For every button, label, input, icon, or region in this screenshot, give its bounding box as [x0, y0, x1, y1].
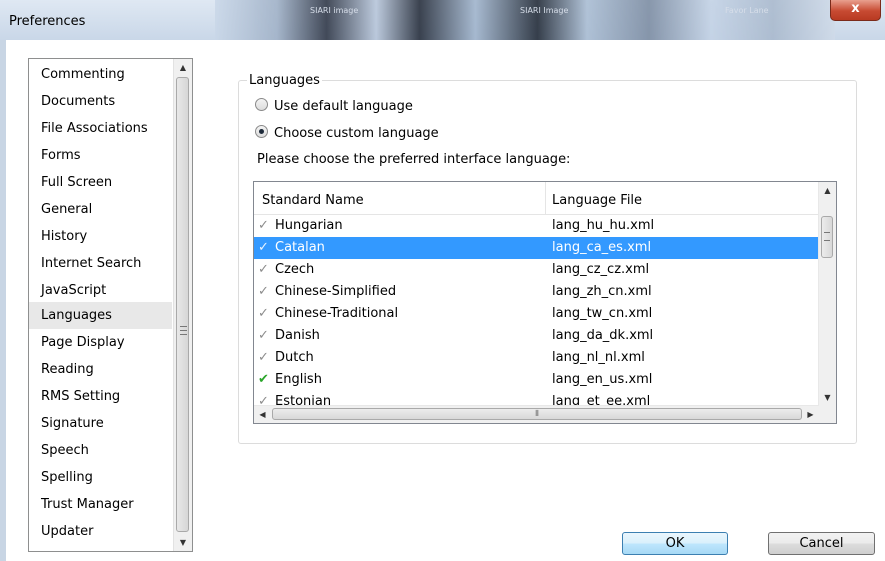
- language-file: lang_cz_cz.xml: [552, 262, 650, 277]
- title-bar: SIARI image SIARI Image Favor Lane Prefe…: [0, 0, 885, 40]
- category-item-spelling[interactable]: Spelling: [29, 464, 172, 491]
- scrollbar-corner: [819, 406, 836, 423]
- category-item-documents[interactable]: Documents: [29, 88, 172, 115]
- scroll-down-arrow-icon[interactable]: ▼: [174, 534, 192, 551]
- table-row[interactable]: ✓ Czech lang_cz_cz.xml: [254, 259, 819, 281]
- category-item-rms-setting[interactable]: RMS Setting: [29, 383, 172, 410]
- check-icon: ✓: [258, 218, 269, 233]
- language-file: lang_nl_nl.xml: [552, 350, 645, 365]
- radio-use-default-language[interactable]: Use default language: [255, 97, 413, 117]
- scroll-left-arrow-icon[interactable]: ◀: [254, 406, 271, 423]
- category-item-history[interactable]: History: [29, 223, 172, 250]
- category-item-commenting[interactable]: Commenting: [29, 61, 172, 88]
- decor-text: SIARI image: [310, 6, 359, 15]
- category-item-updater[interactable]: Updater: [29, 518, 172, 545]
- category-list[interactable]: Commenting Documents File Associations F…: [28, 58, 193, 552]
- language-file: lang_zh_cn.xml: [552, 284, 652, 299]
- decor-text: Favor Lane: [725, 6, 769, 15]
- column-divider[interactable]: [545, 182, 546, 214]
- table-row[interactable]: ✓ Chinese-Simplified lang_zh_cn.xml: [254, 281, 819, 303]
- table-row[interactable]: ✓ Hungarian lang_hu_hu.xml: [254, 215, 819, 237]
- category-item-forms[interactable]: Forms: [29, 142, 172, 169]
- column-header-standard-name[interactable]: Standard Name: [262, 182, 364, 214]
- language-name: Catalan: [275, 240, 325, 255]
- scroll-thumb[interactable]: ⦀: [272, 408, 802, 420]
- category-item-general[interactable]: General: [29, 196, 172, 223]
- close-button[interactable]: x: [830, 0, 881, 21]
- category-item-reading[interactable]: Reading: [29, 356, 172, 383]
- language-name: Dutch: [275, 350, 314, 365]
- column-header-language-file[interactable]: Language File: [552, 182, 642, 214]
- radio-label: Choose custom language: [274, 126, 439, 141]
- category-item-full-screen[interactable]: Full Screen: [29, 169, 172, 196]
- table-row[interactable]: ✓ Chinese-Traditional lang_tw_cn.xml: [254, 303, 819, 325]
- language-file: lang_en_us.xml: [552, 372, 653, 387]
- language-file: lang_da_dk.xml: [552, 328, 654, 343]
- language-prompt: Please choose the preferred interface la…: [257, 152, 571, 167]
- category-item-javascript[interactable]: JavaScript: [29, 277, 172, 304]
- language-name: Hungarian: [275, 218, 343, 233]
- language-file: lang_ca_es.xml: [552, 240, 652, 255]
- languages-group-title: Languages: [247, 73, 322, 88]
- radio-choose-custom-language[interactable]: Choose custom language: [255, 124, 439, 144]
- language-name: Czech: [275, 262, 315, 277]
- scroll-thumb[interactable]: [821, 216, 833, 258]
- scroll-down-arrow-icon[interactable]: ▼: [819, 389, 836, 406]
- language-file: lang_hu_hu.xml: [552, 218, 655, 233]
- window-left-edge: [0, 40, 6, 561]
- category-scrollbar[interactable]: ▲ ▼: [173, 59, 192, 551]
- category-item-page-display[interactable]: Page Display: [29, 329, 172, 356]
- radio-label: Use default language: [274, 99, 413, 114]
- category-item-signature[interactable]: Signature: [29, 410, 172, 437]
- language-table[interactable]: Standard Name Language File ✓ Hungarian l…: [253, 181, 837, 424]
- scroll-up-arrow-icon[interactable]: ▲: [819, 182, 836, 199]
- radio-unchecked-icon[interactable]: [255, 98, 268, 111]
- category-item-speech[interactable]: Speech: [29, 437, 172, 464]
- language-name: English: [275, 372, 322, 387]
- table-row[interactable]: ✓ Dutch lang_nl_nl.xml: [254, 347, 819, 369]
- table-vertical-scrollbar[interactable]: ▲ ▼: [818, 182, 836, 406]
- language-name: Danish: [275, 328, 320, 343]
- category-item-languages[interactable]: Languages: [29, 302, 172, 329]
- grip-icon: [180, 326, 187, 335]
- ok-button[interactable]: OK: [622, 532, 728, 555]
- category-item-trust-manager[interactable]: Trust Manager: [29, 491, 172, 518]
- check-icon: ✓: [258, 262, 269, 277]
- category-item-internet-search[interactable]: Internet Search: [29, 250, 172, 277]
- title-decoration: SIARI image SIARI Image Favor Lane: [215, 0, 835, 40]
- scroll-up-arrow-icon[interactable]: ▲: [174, 59, 192, 76]
- table-horizontal-scrollbar[interactable]: ◀ ⦀ ▶: [254, 405, 819, 423]
- window-title: Preferences: [9, 14, 86, 29]
- check-icon: ✓: [258, 240, 269, 255]
- category-item-file-associations[interactable]: File Associations: [29, 115, 172, 142]
- check-icon: ✓: [258, 306, 269, 321]
- scroll-right-arrow-icon[interactable]: ▶: [802, 406, 819, 423]
- language-name: Chinese-Simplified: [275, 284, 397, 299]
- table-row[interactable]: ✔ English lang_en_us.xml: [254, 369, 819, 391]
- check-icon: ✔: [258, 372, 269, 387]
- scroll-thumb[interactable]: [176, 77, 189, 532]
- radio-checked-icon[interactable]: [255, 125, 268, 138]
- table-row[interactable]: ✓ Danish lang_da_dk.xml: [254, 325, 819, 347]
- check-icon: ✓: [258, 350, 269, 365]
- check-icon: ✓: [258, 284, 269, 299]
- decor-text: SIARI Image: [520, 6, 569, 15]
- language-file: lang_tw_cn.xml: [552, 306, 653, 321]
- language-name: Chinese-Traditional: [275, 306, 399, 321]
- close-icon: x: [851, 1, 860, 16]
- table-row[interactable]: ✓ Catalan lang_ca_es.xml: [254, 237, 819, 259]
- cancel-button[interactable]: Cancel: [768, 532, 875, 555]
- table-header: Standard Name Language File: [254, 182, 819, 215]
- check-icon: ✓: [258, 328, 269, 343]
